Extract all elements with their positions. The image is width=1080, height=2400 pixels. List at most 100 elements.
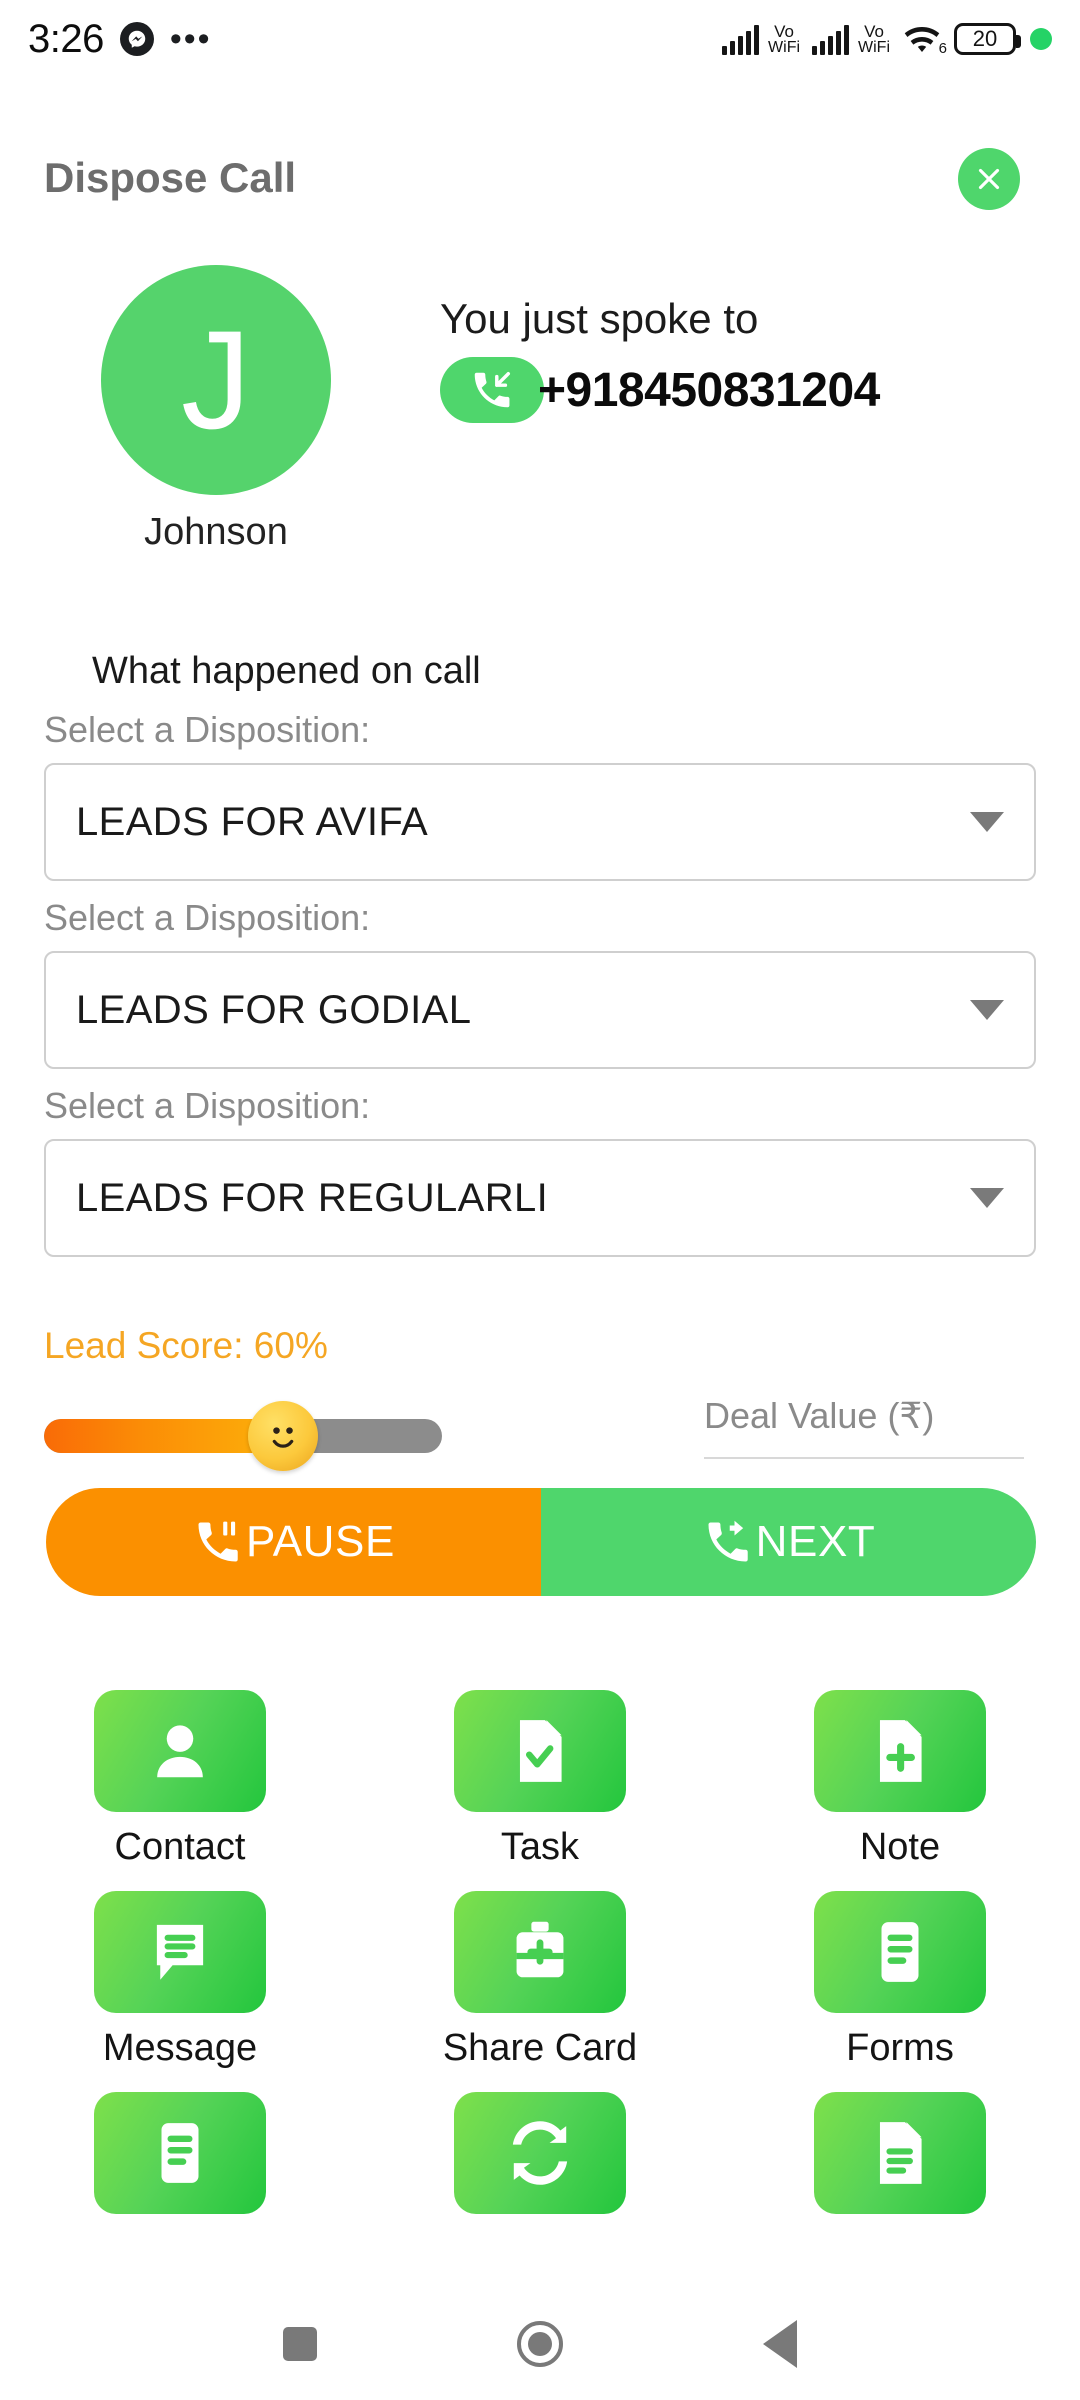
header: Dispose Call: [0, 148, 1080, 246]
tile-share-card-label: Share Card: [442, 2027, 638, 2069]
caller-name: Johnson: [144, 511, 288, 553]
battery-level: 20: [972, 26, 998, 51]
tile-task: Task: [390, 1690, 690, 1869]
tile-message: Message: [30, 1891, 330, 2070]
close-button[interactable]: [958, 148, 1020, 210]
tile-row3-1-button[interactable]: [94, 2092, 266, 2214]
disposition-label-2: Select a Disposition:: [44, 897, 371, 938]
chevron-down-icon: [970, 1000, 1004, 1020]
dispose-call-screen: 3:26 ••• Vo WiFi Vo WiFi 6 20 Dispose Ca…: [0, 0, 1080, 2400]
tile-row3-3: [750, 2092, 1050, 2228]
circle-home-icon[interactable]: [517, 2321, 563, 2367]
tile-forms-button[interactable]: [814, 1891, 986, 2013]
disposition-select-3[interactable]: LEADS FOR REGULARLI: [44, 1139, 1036, 1257]
document-check-icon: [519, 1720, 562, 1782]
pause-button[interactable]: PAUSE: [46, 1488, 541, 1596]
person-icon: [157, 1725, 203, 1778]
avatar-block: J Johnson: [96, 265, 336, 554]
volte-label-1: Vo WiFi: [768, 23, 800, 56]
signal-bars-2: [812, 23, 850, 55]
disposition-value-1: LEADS FOR AVIFA: [76, 799, 429, 844]
triangle-back-icon[interactable]: [763, 2320, 797, 2368]
chevron-down-icon: [970, 812, 1004, 832]
deal-value-label: Deal Value (₹): [704, 1395, 935, 1436]
lead-score-slider-row: Deal Value (₹): [0, 1395, 1080, 1471]
wifi-generation: 6: [938, 40, 947, 57]
tile-contact-label: Contact: [114, 1826, 246, 1868]
status-bar: 3:26 ••• Vo WiFi Vo WiFi 6 20: [0, 0, 1080, 78]
tile-note-button[interactable]: [814, 1690, 986, 1812]
list-document-icon: [161, 2123, 199, 2183]
disposition-select-2[interactable]: LEADS FOR GODIAL: [44, 951, 1036, 1069]
battery-icon: 20: [954, 23, 1021, 55]
phone-forward-icon: [708, 1520, 748, 1562]
volte-bottom-1: WiFi: [768, 38, 801, 56]
green-status-dot: [1030, 28, 1052, 50]
briefcase-icon: [516, 1921, 564, 1978]
section-title: What happened on call: [92, 650, 481, 692]
phone-number-row: +918450831204: [440, 357, 880, 423]
spoke-to-block: You just spoke to +918450831204: [440, 295, 880, 423]
square-recents-icon[interactable]: [283, 2327, 317, 2361]
tile-message-label: Message: [102, 2027, 258, 2069]
more-dots-icon: •••: [169, 19, 212, 58]
disposition-select-1[interactable]: LEADS FOR AVIFA: [44, 763, 1036, 881]
page-title: Dispose Call: [44, 154, 297, 201]
smiley-face-icon: [272, 1427, 294, 1448]
volte-bottom-2: WiFi: [858, 38, 890, 56]
phone-number: +918450831204: [538, 363, 880, 417]
messenger-icon: [119, 22, 154, 56]
wifi-icon: 6: [902, 22, 947, 57]
spoke-to-label: You just spoke to: [440, 295, 759, 342]
tile-message-button[interactable]: [94, 1891, 266, 2013]
tile-task-button[interactable]: [454, 1690, 626, 1812]
deal-value-block: Deal Value (₹): [704, 1395, 1024, 1459]
lead-score-slider[interactable]: [44, 1419, 442, 1453]
disposition-value-2: LEADS FOR GODIAL: [76, 987, 472, 1032]
disposition-label-1: Select a Disposition:: [44, 709, 371, 750]
sync-refresh-icon: [512, 2121, 568, 2185]
lead-score-section: Lead Score: 60% Deal Value (₹): [0, 1325, 1080, 1471]
status-time: 3:26: [28, 16, 104, 61]
list-document-icon: [881, 1922, 919, 1982]
close-icon: [978, 168, 1000, 190]
lead-score-label: Lead Score: 60%: [44, 1325, 328, 1366]
volte-top-2: Vo: [864, 21, 884, 41]
tile-forms-label: Forms: [846, 2027, 954, 2069]
android-nav-bar: [0, 2288, 1080, 2400]
disposition-value-3: LEADS FOR REGULARLI: [76, 1175, 549, 1220]
next-button-label: NEXT: [755, 1517, 876, 1566]
next-button[interactable]: NEXT: [541, 1488, 1036, 1596]
volte-label-2: Vo WiFi: [858, 23, 890, 56]
slider-thumb[interactable]: [247, 1401, 318, 1471]
incoming-call-icon: [440, 357, 544, 423]
phone-pause-icon: [198, 1521, 238, 1562]
tile-share-card-button[interactable]: [454, 1891, 626, 2013]
disposition-label-3: Select a Disposition:: [44, 1085, 371, 1126]
document-lines-icon: [879, 2122, 922, 2184]
tile-share-card: Share Card: [390, 1891, 690, 2070]
tile-row3-3-button[interactable]: [814, 2092, 986, 2214]
status-bar-left: 3:26 •••: [28, 17, 212, 62]
tile-row3-2-button[interactable]: [454, 2092, 626, 2214]
tile-note: Note: [750, 1690, 1050, 1869]
tile-forms: Forms: [750, 1891, 1050, 2070]
status-bar-right: Vo WiFi Vo WiFi 6 20: [722, 22, 1052, 57]
tile-contact: Contact: [30, 1690, 330, 1869]
disposition-form: What happened on call Select a Dispositi…: [0, 650, 1080, 1257]
tile-note-label: Note: [859, 1826, 941, 1868]
signal-bars-1: [722, 23, 760, 55]
chat-bubble-icon: [156, 1924, 204, 1980]
quick-actions-grid: Contact Task Note Message Share Card For…: [0, 1690, 1080, 2228]
tile-contact-button[interactable]: [94, 1690, 266, 1812]
pause-button-label: PAUSE: [246, 1517, 395, 1566]
volte-top-1: Vo: [774, 21, 794, 41]
avatar-initial: J: [181, 301, 251, 458]
call-action-bar: PAUSE NEXT: [46, 1488, 1036, 1596]
deal-value-input[interactable]: [704, 1455, 1024, 1459]
document-plus-icon: [879, 1720, 922, 1782]
tile-row3-1: [30, 2092, 330, 2228]
tile-task-label: Task: [500, 1826, 580, 1868]
tile-row3-2: [390, 2092, 690, 2228]
chevron-down-icon: [970, 1188, 1004, 1208]
